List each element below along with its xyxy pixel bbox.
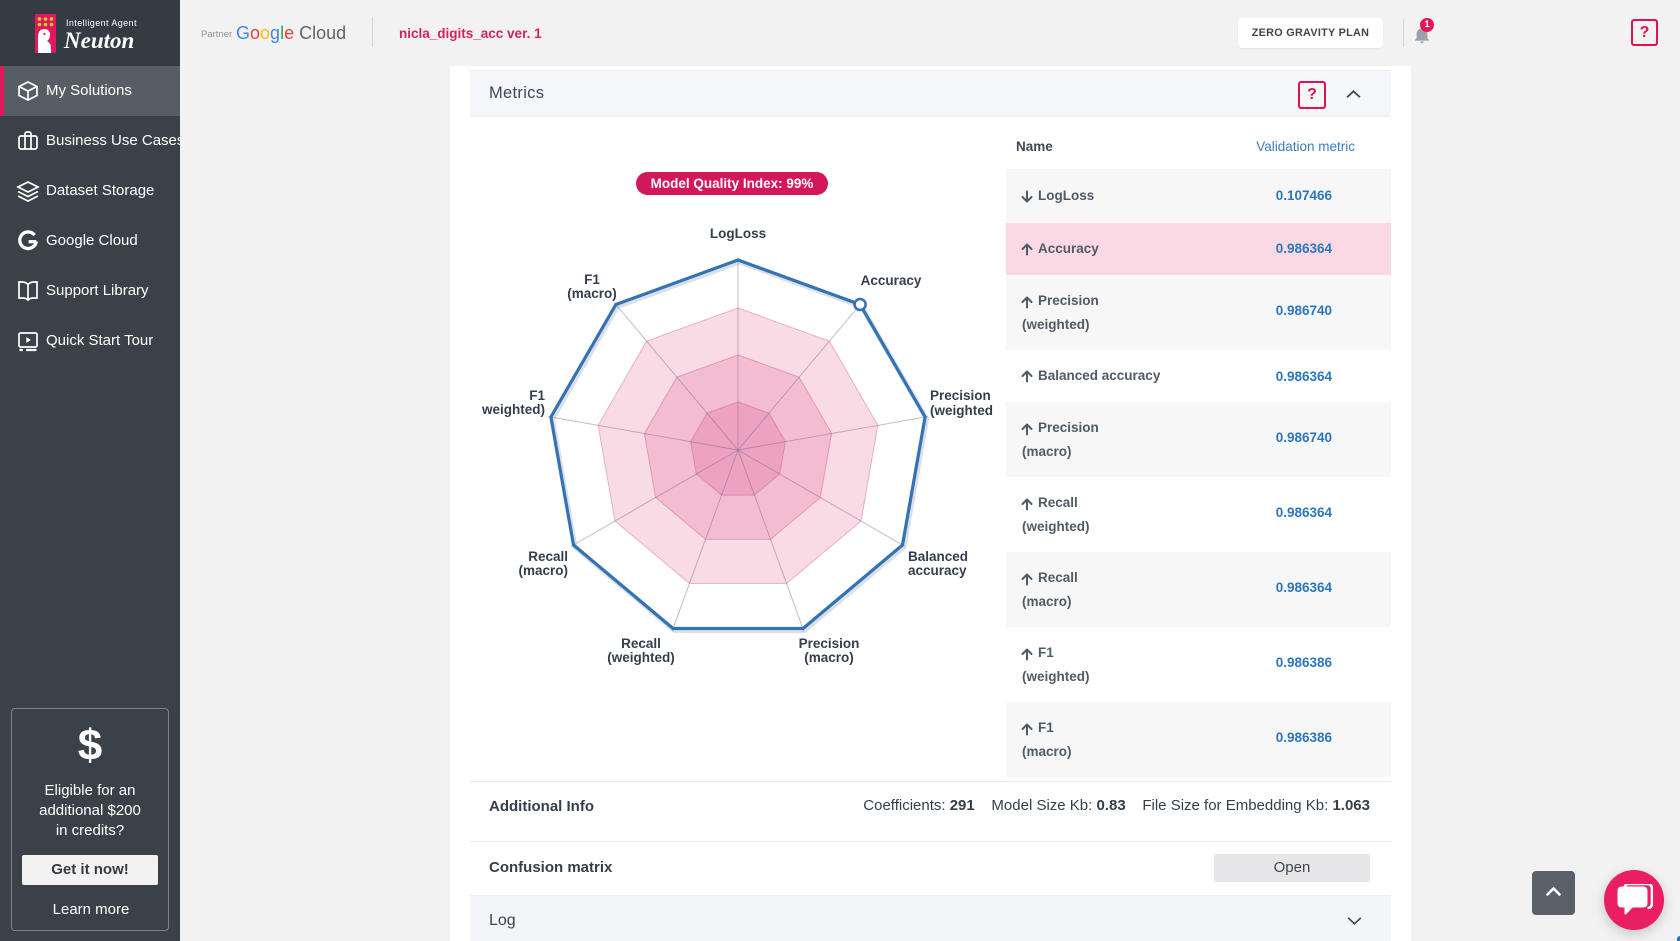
svg-text:(macro): (macro) xyxy=(567,286,617,301)
svg-text:weighted): weighted) xyxy=(481,402,545,417)
svg-text:accuracy: accuracy xyxy=(908,563,967,578)
svg-text:(weighted: (weighted xyxy=(930,403,993,418)
svg-text:F1: F1 xyxy=(584,272,600,287)
svg-text:(macro): (macro) xyxy=(804,650,854,665)
svg-text:Precision: Precision xyxy=(799,636,860,651)
svg-text:Balanced: Balanced xyxy=(908,549,968,564)
svg-text:LogLoss: LogLoss xyxy=(710,226,766,241)
svg-text:Precision: Precision xyxy=(930,388,991,403)
svg-text:F1: F1 xyxy=(529,388,545,403)
svg-text:Recall: Recall xyxy=(621,636,661,651)
svg-text:Accuracy: Accuracy xyxy=(861,273,922,288)
svg-text:(macro): (macro) xyxy=(518,563,568,578)
svg-text:(weighted): (weighted) xyxy=(607,650,675,665)
svg-text:Recall: Recall xyxy=(528,549,568,564)
